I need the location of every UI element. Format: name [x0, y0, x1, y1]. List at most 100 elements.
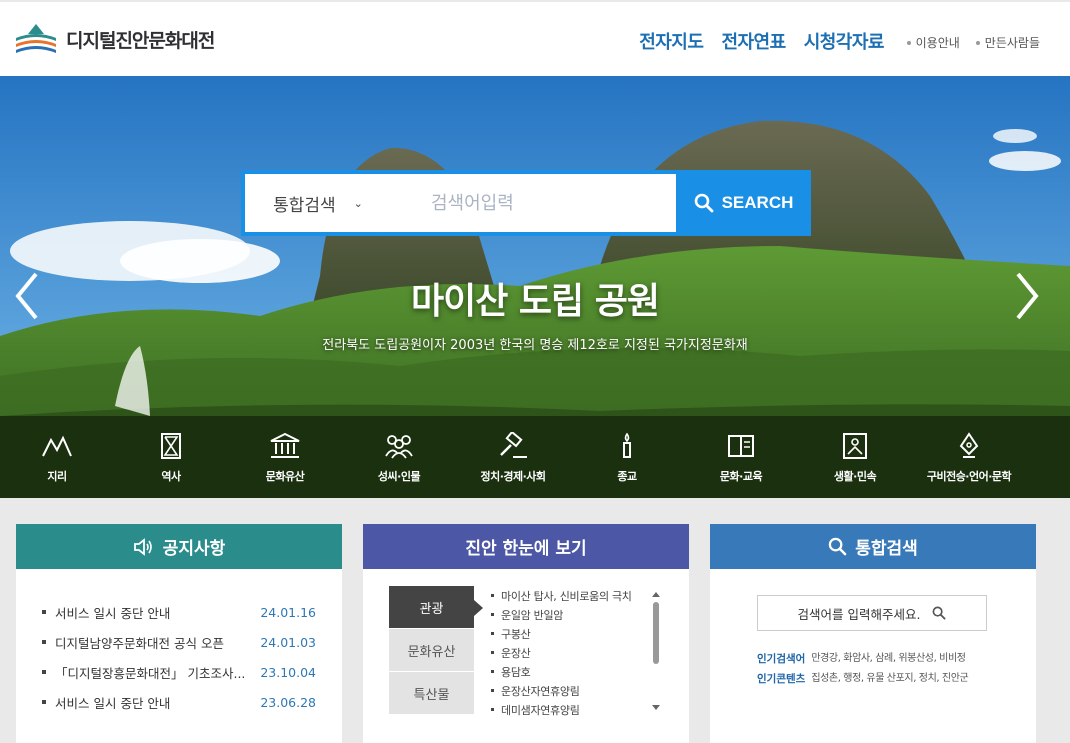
nav-guide[interactable]: 이용안내: [906, 34, 960, 51]
sub-nav: 이용안내 만든사람들: [906, 34, 1040, 51]
list-item[interactable]: 운장산자연휴양림: [491, 681, 651, 700]
list-item[interactable]: 마이산 탑사, 신비로움의 극치: [491, 586, 651, 605]
list-item[interactable]: 구봉산: [491, 624, 651, 643]
category-history[interactable]: 역사: [114, 416, 228, 498]
nav-e-map[interactable]: 전자지도: [639, 28, 704, 54]
candle-icon: [623, 432, 631, 458]
integrated-search-panel: 통합검색 검색어를 입력해주세요. 인기검색어 만경강, 화암사, 삼례, 위봉…: [710, 524, 1036, 743]
integrated-search-placeholder: 검색어를 입력해주세요.: [797, 606, 921, 622]
notice-title: 서비스 일시 중단 안내: [42, 693, 170, 712]
search-scope-select[interactable]: 통합검색 ⌄: [245, 174, 391, 232]
tab-specialty[interactable]: 특산물: [389, 672, 474, 715]
next-slide-arrow-icon[interactable]: [1006, 266, 1046, 326]
search-button-label: SEARCH: [721, 193, 794, 212]
list-item[interactable]: 데미샘자연휴양림: [491, 700, 651, 719]
popular-contents-value[interactable]: 집성촌, 행정, 유물 산포지, 정치, 진안군: [811, 672, 968, 686]
category-label: 지리: [47, 470, 67, 483]
scroll-thumb[interactable]: [653, 602, 659, 664]
search-button[interactable]: SEARCH: [676, 170, 811, 236]
tab-tourism[interactable]: 관광: [389, 586, 483, 629]
popular-searches-value[interactable]: 만경강, 화암사, 삼례, 위봉산성, 비비정: [811, 652, 966, 666]
main-search-box: 통합검색 ⌄ SEARCH: [241, 170, 811, 236]
notice-title: 서비스 일시 중단 안내: [42, 603, 170, 622]
bullet-icon: [975, 40, 980, 45]
glance-panel: 진안 한눈에 보기 관광 문화유산 특산물 마이산 탑사, 신비로움의 극치 운…: [363, 524, 689, 743]
category-surnames-people[interactable]: 성씨·인물: [342, 416, 456, 498]
mountain-icon: [42, 435, 72, 457]
category-label: 구비전승·언어·문학: [926, 470, 1012, 483]
search-icon[interactable]: [932, 606, 946, 620]
main-search-input[interactable]: [391, 174, 676, 232]
search-icon: [828, 537, 847, 556]
glance-scrollbar[interactable]: [652, 592, 660, 710]
search-scope-value: 통합검색: [273, 195, 336, 216]
list-item[interactable]: 용담호: [491, 662, 651, 681]
category-label: 성씨·인물: [377, 470, 421, 483]
notice-item[interactable]: 디지털남양주문화대전 공식 오픈 24.01.03: [42, 627, 316, 657]
integrated-search-title: 통합검색: [855, 539, 918, 559]
hero-banner: 통합검색 ⌄ SEARCH 마이산 도립 공원 전라북도 도립공원이자 2003…: [0, 76, 1070, 498]
scroll-down-icon[interactable]: [652, 705, 660, 710]
category-geography[interactable]: 지리: [0, 416, 114, 498]
notice-title: 「디지털장흥문화대전」 기초조사...: [42, 663, 245, 682]
notice-date: 24.01.16: [260, 604, 316, 620]
notice-date: 23.06.28: [260, 694, 316, 710]
list-item[interactable]: 운일암 반일암: [491, 605, 651, 624]
category-politics-economy-society[interactable]: 정치·경제·사회: [456, 416, 570, 498]
integrated-search-input[interactable]: 검색어를 입력해주세요.: [757, 595, 987, 631]
glance-tabs: 관광 문화유산 특산물: [389, 586, 483, 715]
nav-av-materials[interactable]: 시청각자료: [804, 28, 885, 54]
pen-icon: [959, 432, 979, 458]
hourglass-icon: [161, 433, 181, 459]
logo-mark-icon: [16, 24, 56, 53]
list-item[interactable]: 운장산: [491, 643, 651, 662]
popular-contents-label: 인기콘텐츠: [757, 673, 806, 685]
site-header: 디지털진안문화대전 전자지도 전자연표 시청각자료 이용안내 만든사람들: [0, 0, 1070, 76]
category-culture-education[interactable]: 문화·교육: [684, 416, 798, 498]
notice-list: 서비스 일시 중단 안내 24.01.16 디지털남양주문화대전 공식 오픈 24.…: [16, 569, 342, 717]
integrated-search-header: 통합검색: [710, 524, 1036, 569]
tab-heritage[interactable]: 문화유산: [389, 629, 474, 672]
notice-item[interactable]: 서비스 일시 중단 안내 24.01.16: [42, 597, 316, 627]
notice-panel: 공지사항 서비스 일시 중단 안내 24.01.16 디지털남양주문화대전 공식 …: [16, 524, 342, 743]
notice-item[interactable]: 「디지털장흥문화대전」 기초조사... 23.10.04: [42, 657, 316, 687]
notice-date: 24.01.03: [260, 634, 316, 650]
speaker-icon: [133, 537, 152, 556]
site-logo[interactable]: 디지털진안문화대전: [14, 22, 215, 56]
notice-item[interactable]: 서비스 일시 중단 안내 23.06.28: [42, 687, 316, 717]
prev-slide-arrow-icon[interactable]: [8, 266, 48, 326]
notice-panel-title: 공지사항: [162, 539, 226, 559]
temple-icon: [270, 432, 300, 458]
notice-panel-header[interactable]: 공지사항: [16, 524, 342, 569]
glance-list: 마이산 탑사, 신비로움의 극치 운일암 반일암 구봉산 운장산 용담호 운장산…: [491, 586, 651, 719]
category-oral-tradition-literature[interactable]: 구비전승·언어·문학: [912, 416, 1026, 498]
main-nav: 전자지도 전자연표 시청각자료: [639, 28, 884, 54]
category-life-folklore[interactable]: 생활·민속: [798, 416, 912, 498]
chevron-down-icon: ⌄: [353, 196, 363, 210]
category-religion[interactable]: 종교: [570, 416, 684, 498]
popular-searches: 인기검색어 만경강, 화암사, 삼례, 위봉산성, 비비정: [757, 652, 997, 666]
popular-contents: 인기콘텐츠 집성촌, 행정, 유물 산포지, 정치, 진안군: [757, 672, 997, 686]
site-logo-text: 디지털진안문화대전: [66, 29, 215, 52]
popular-searches-label: 인기검색어: [757, 653, 806, 665]
search-icon: [694, 193, 713, 213]
category-bar: 지리 역사 문화유산 성씨·인물 정치·경제·사회 종교 문화·교육 생활·민속…: [0, 416, 1070, 498]
hero-title: 마이산 도립 공원: [411, 281, 660, 322]
scroll-up-icon[interactable]: [652, 592, 660, 597]
category-heritage[interactable]: 문화유산: [228, 416, 342, 498]
category-label: 문화·교육: [719, 470, 763, 483]
category-label: 생활·민속: [833, 470, 877, 483]
nav-e-timeline[interactable]: 전자연표: [721, 28, 786, 54]
category-label: 역사: [161, 470, 181, 483]
nav-guide-label: 이용안내: [915, 36, 960, 50]
bullet-icon: [906, 40, 911, 45]
notice-title: 디지털남양주문화대전 공식 오픈: [42, 633, 224, 652]
book-icon: [728, 435, 754, 457]
gavel-icon: [500, 432, 527, 458]
category-label: 문화유산: [265, 470, 305, 483]
category-label: 종교: [617, 470, 637, 483]
glance-panel-title: 진안 한눈에 보기: [465, 539, 587, 559]
nav-credits[interactable]: 만든사람들: [975, 34, 1040, 51]
category-label: 정치·경제·사회: [480, 470, 546, 483]
hero-subtitle: 전라북도 도립공원이자 2003년 한국의 명승 제12호로 지정된 국가지정문…: [322, 338, 748, 353]
